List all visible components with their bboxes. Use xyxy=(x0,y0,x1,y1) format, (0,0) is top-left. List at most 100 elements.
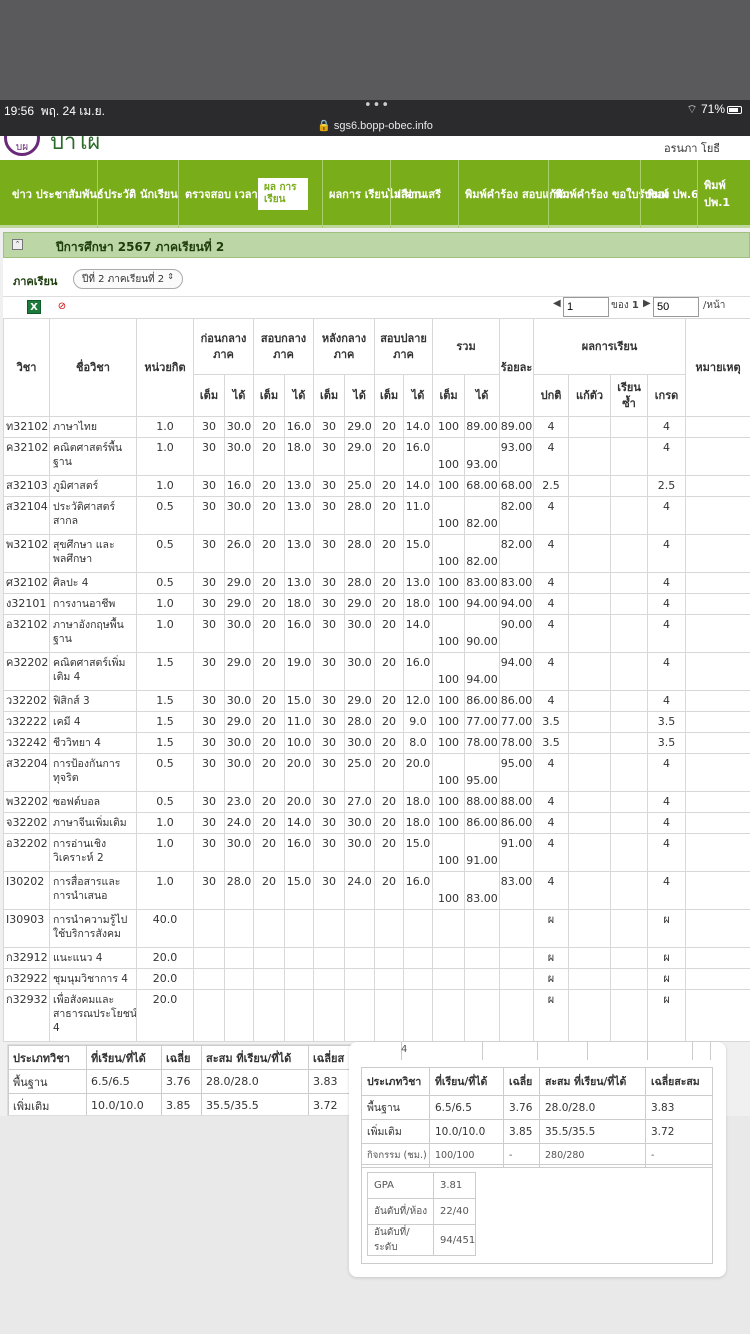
cell-tf: 100 xyxy=(432,791,466,813)
cell-credit: 0.5 xyxy=(136,791,194,813)
table-row: ส32104 ประวัติศาสตร์สากล 0.5 30 30.0 20 13.0 30… xyxy=(3,496,750,535)
user-name[interactable]: อรนภา โยธี xyxy=(664,139,720,157)
cell-tf: 100 xyxy=(432,732,466,754)
cell-fg: 15.0 xyxy=(403,534,434,573)
sum-cell-credits: 10.0/10.0 xyxy=(86,1093,162,1115)
cell-pct: 90.00 xyxy=(499,614,535,653)
cell-code: ง32101 xyxy=(3,593,50,615)
cell-normal: 4 xyxy=(533,593,570,615)
table-row: ก32922 ชุมนุมวิชาการ 4 20.0 ผ ผ xyxy=(3,968,750,990)
excel-export-icon[interactable]: X xyxy=(27,300,41,314)
col-code: วิชา xyxy=(3,318,50,417)
cell-repeat xyxy=(610,437,649,476)
summary-row: เพิ่มเติม 10.0/10.0 3.85 35.5/35.5 3.72 xyxy=(361,1119,713,1144)
next-page-icon[interactable]: ▶ xyxy=(643,298,651,309)
table-row: ท32102 ภาษาไทย 1.0 30 30.0 20 16.0 30 29.0 20 14.0… xyxy=(3,416,750,438)
cell-tf: 100 xyxy=(432,711,466,733)
nav-item-1[interactable]: ข่าว ประชาสัมพันธ์ xyxy=(12,160,104,228)
sum-cell-cum_avg: 3.83 xyxy=(308,1069,351,1094)
clear-filter-icon[interactable]: ⊘ xyxy=(55,300,69,314)
more-dots-icon[interactable]: ••• xyxy=(364,98,390,113)
sum-cell-credits: 6.5/6.5 xyxy=(86,1069,162,1094)
cell-normal: 2.5 xyxy=(533,475,570,497)
col-total: รวม xyxy=(432,318,501,375)
cell-mg: 19.0 xyxy=(283,652,315,691)
nav-item-2[interactable]: ประวัติ นักเรียน xyxy=(97,160,178,228)
cell-grade: 4 xyxy=(647,593,687,615)
semester-select[interactable]: ปีที่ 2 ภาคเรียนที่ 2 ⇕ xyxy=(73,269,183,289)
sum-col-type: ประเภทวิชา xyxy=(8,1045,87,1070)
cell-credit: 0.5 xyxy=(136,534,194,573)
cell-note xyxy=(685,968,750,990)
cell-credit: 1.0 xyxy=(136,416,194,438)
page-of-label: ของ 1 xyxy=(611,300,639,311)
status-bar: 19:56 พฤ. 24 เม.ย. ••• 🔒 sgs6.bopp-obec.… xyxy=(0,98,750,136)
cell-grade: 4 xyxy=(647,416,687,438)
nav-item-10[interactable]: พิมพ์ ปพ.1 xyxy=(697,160,750,228)
cell-repeat xyxy=(610,496,649,535)
page-input[interactable] xyxy=(563,297,609,317)
cell-repeat xyxy=(610,652,649,691)
cell-bg: 29.0 xyxy=(224,593,254,615)
cell-note xyxy=(685,732,750,754)
cell-credit: 1.0 xyxy=(136,614,194,653)
gpa-label: GPA xyxy=(367,1172,434,1199)
cell-repeat xyxy=(610,614,649,653)
cell-normal: 3.5 xyxy=(533,711,570,733)
collapse-icon[interactable]: ⌃ xyxy=(12,239,23,250)
sum-cell-cum_avg: 3.72 xyxy=(645,1119,713,1144)
cell-retake xyxy=(568,812,612,834)
cell-tf: 100 xyxy=(432,496,466,535)
cell-bg: 30.0 xyxy=(224,614,254,653)
cell-af xyxy=(313,947,346,969)
cell-bf: 30 xyxy=(193,437,225,476)
sum-cell-avg: 3.85 xyxy=(161,1093,202,1115)
nav-item-6[interactable]: เลือก เสรี xyxy=(390,160,441,228)
cell-tg xyxy=(464,968,501,990)
col-result: ผลการเรียน xyxy=(533,318,687,375)
cell-af: 30 xyxy=(313,690,346,712)
cell-grade: 4 xyxy=(647,652,687,691)
cell-bf: 30 xyxy=(193,475,225,497)
term-title: ปีการศึกษา 2567 ภาคเรียนที่ 2 xyxy=(56,240,225,254)
cell-grade: ผ xyxy=(647,989,687,1042)
cell-bf: 30 xyxy=(193,833,225,872)
url-bar[interactable]: 🔒 sgs6.bopp-obec.info xyxy=(0,119,750,132)
cell-tf: 100 xyxy=(432,871,466,910)
cell-bf: 30 xyxy=(193,416,225,438)
nav-item-4[interactable]: ผล การ เรียน xyxy=(258,178,308,210)
cell-credit: 1.5 xyxy=(136,732,194,754)
cell-mg xyxy=(283,947,315,969)
cell-tg: 93.00 xyxy=(464,437,501,476)
nav-item-9[interactable]: พิมพ์ ปพ.6 xyxy=(640,160,699,228)
cell-grade: ผ xyxy=(647,968,687,990)
cell-normal: 4 xyxy=(533,791,570,813)
cell-bg xyxy=(224,909,254,948)
cell-note xyxy=(685,833,750,872)
cell-name: การงานอาชีพ xyxy=(49,593,137,615)
page-size-input[interactable] xyxy=(653,297,699,317)
col-note: หมายเหตุ xyxy=(685,318,750,417)
cell-name: ชุมนุมวิชาการ 4 xyxy=(49,968,137,990)
cell-name: เพื่อสังคมและสาธารณประโยชน์ 4 xyxy=(49,989,137,1042)
cell-name: คณิตศาสตร์พื้นฐาน xyxy=(49,437,137,476)
cell-retake xyxy=(568,711,612,733)
prev-page-icon[interactable]: ◀ xyxy=(553,298,561,309)
cell-fg xyxy=(403,968,434,990)
cell-normal: 4 xyxy=(533,833,570,872)
cell-bg: 30.0 xyxy=(224,416,254,438)
cell-mf: 20 xyxy=(253,753,285,792)
cell-fg: 14.0 xyxy=(403,475,434,497)
cell-note xyxy=(685,812,750,834)
cell-af: 30 xyxy=(313,496,346,535)
sum-cell-type: เพิ่มเติม xyxy=(361,1119,430,1144)
cell-mg: 16.0 xyxy=(283,416,315,438)
cell-normal: ผ xyxy=(533,968,570,990)
card-top-cell: 4 xyxy=(401,1044,408,1055)
cell-code: อ32102 xyxy=(3,614,50,653)
cell-code: อ32202 xyxy=(3,833,50,872)
semester-row: ภาคเรียน ปีที่ 2 ภาคเรียนที่ 2 ⇕ xyxy=(3,258,750,296)
cell-bf xyxy=(193,989,225,1042)
cell-repeat xyxy=(610,690,649,712)
cell-pct: 83.00 xyxy=(499,572,535,594)
